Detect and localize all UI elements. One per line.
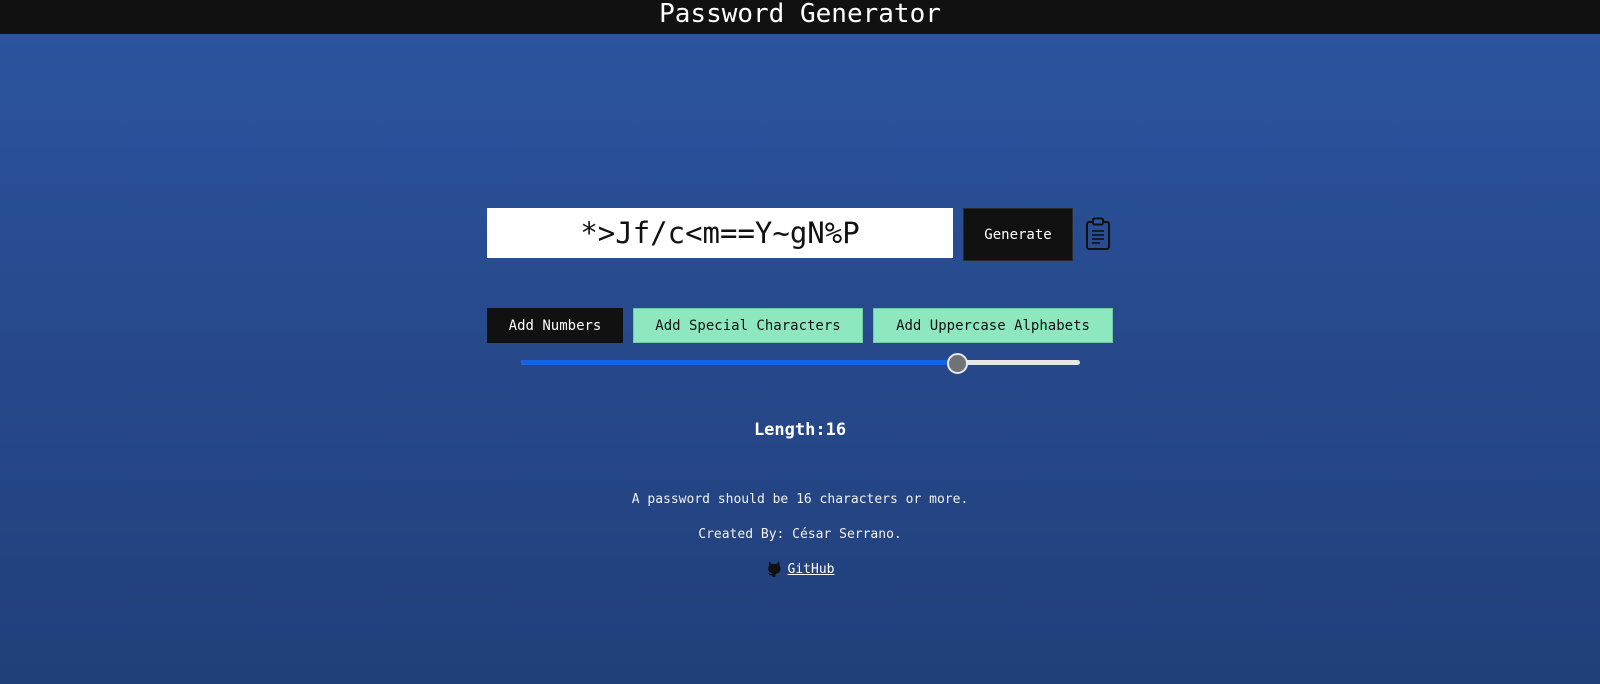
length-slider[interactable] xyxy=(521,352,1080,374)
add-special-characters-button[interactable]: Add Special Characters xyxy=(633,308,863,343)
top-bar: Password Generator xyxy=(0,0,1600,34)
password-output[interactable]: *>Jf/c<m==Y~gN%P xyxy=(487,208,953,258)
add-uppercase-alphabets-button[interactable]: Add Uppercase Alphabets xyxy=(873,308,1113,343)
add-numbers-button[interactable]: Add Numbers xyxy=(487,308,623,343)
generate-button[interactable]: Generate xyxy=(963,208,1073,261)
slider-thumb[interactable] xyxy=(947,353,968,374)
github-icon xyxy=(766,560,782,578)
credit-text: Created By: César Serrano. xyxy=(698,527,902,542)
github-link[interactable]: GitHub xyxy=(788,562,835,577)
password-hint: A password should be 16 characters or mo… xyxy=(631,492,969,507)
clipboard-icon[interactable] xyxy=(1085,217,1111,251)
github-link-row: GitHub xyxy=(0,560,1600,578)
page-title: Password Generator xyxy=(659,0,941,29)
slider-fill xyxy=(521,360,957,365)
length-label: Length:16 xyxy=(753,420,847,440)
